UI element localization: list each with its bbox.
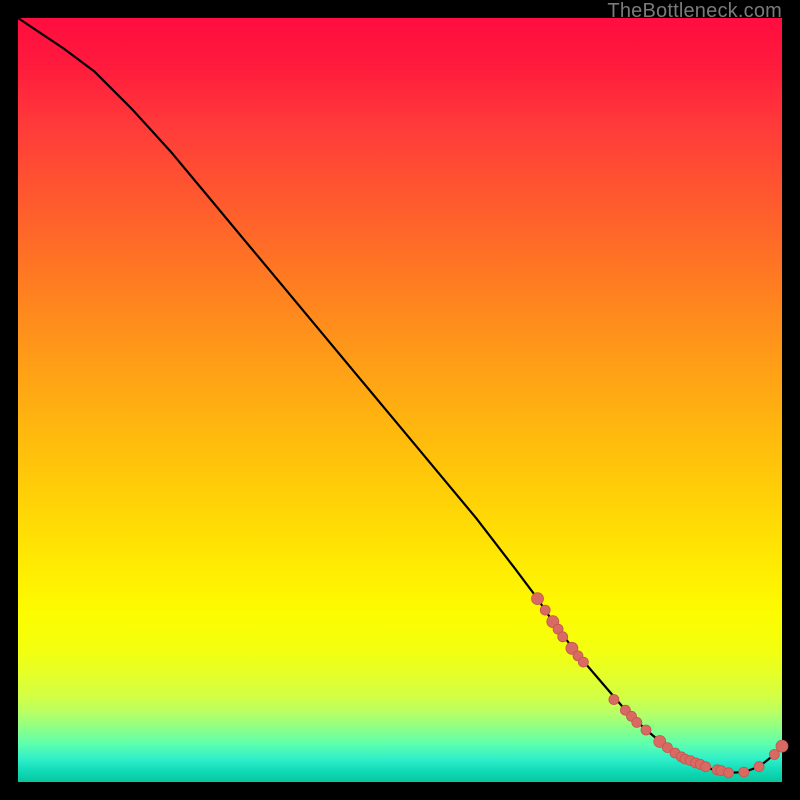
scatter-point [578, 657, 588, 667]
scatter-point [609, 695, 619, 705]
scatter-point [532, 593, 544, 605]
scatter-markers [532, 593, 789, 778]
chart-stage: TheBottleneck.com [0, 0, 800, 800]
scatter-point [701, 762, 711, 772]
scatter-point [739, 767, 749, 777]
scatter-point [776, 740, 788, 752]
scatter-point [724, 768, 734, 778]
watermark-text: TheBottleneck.com [607, 0, 782, 23]
scatter-point [632, 717, 642, 727]
chart-svg [18, 18, 782, 782]
chart-plot-area [18, 18, 782, 782]
bottleneck-curve [18, 18, 782, 773]
scatter-point [558, 632, 568, 642]
scatter-point [641, 725, 651, 735]
scatter-point [540, 605, 550, 615]
scatter-point [754, 762, 764, 772]
